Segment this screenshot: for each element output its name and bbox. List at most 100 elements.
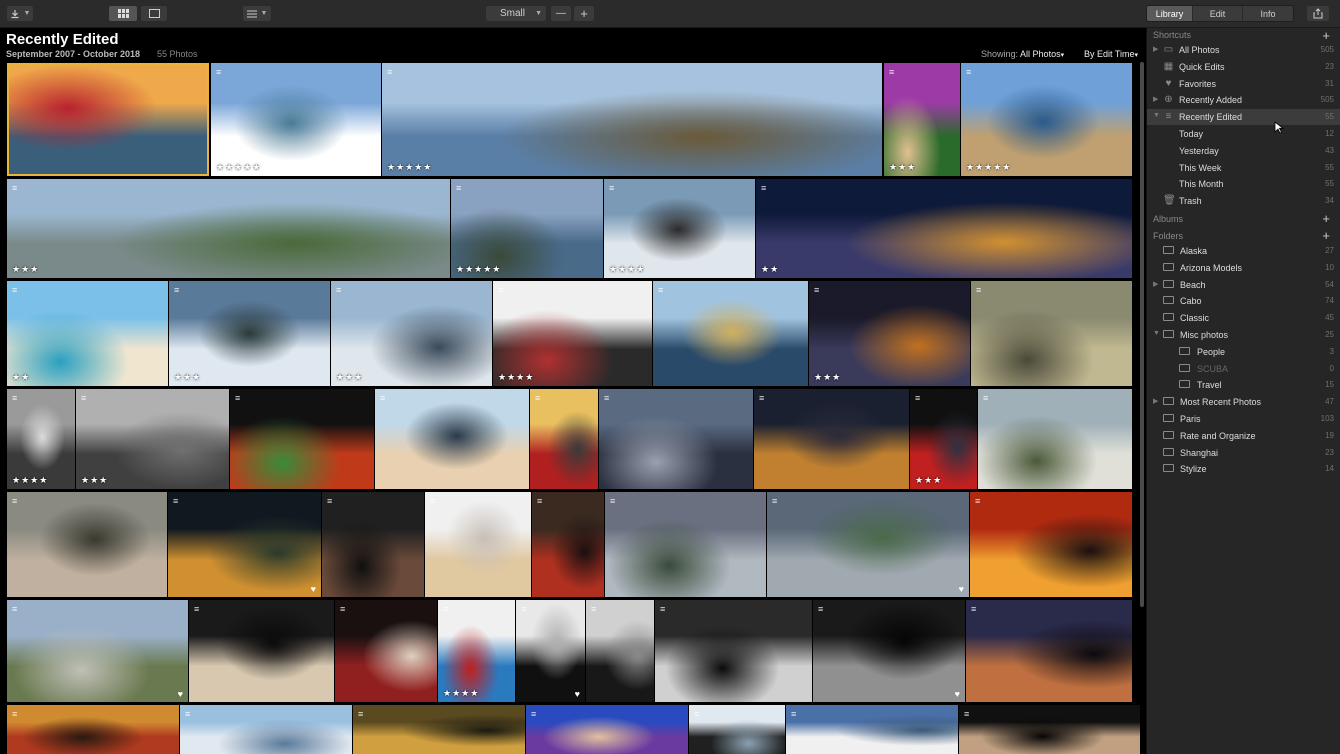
photo-thumbnail[interactable]: ≡ ★★★★★ (382, 63, 882, 176)
sidebar-item-scuba[interactable]: SCUBA 0 (1147, 361, 1340, 377)
disclosure-closed-icon[interactable]: ▶ (1153, 397, 1158, 405)
photo-thumbnail[interactable]: ≡ ★★ (7, 281, 168, 386)
photo-thumbnail[interactable]: ≡ (230, 389, 374, 489)
add-shortcut-button[interactable]: + (1322, 29, 1330, 42)
sidebar-item-all-photos[interactable]: ▶ ▭ All Photos 505 (1147, 42, 1340, 58)
photo-thumbnail[interactable]: ≡ (189, 600, 334, 702)
sidebar-item-stylize[interactable]: Stylize 14 (1147, 461, 1340, 477)
photo-thumbnail[interactable]: ≡ ★★★ (809, 281, 970, 386)
photo-thumbnail[interactable]: ≡ (425, 492, 531, 597)
sidebar-item-this-week[interactable]: This Week 55 (1147, 160, 1340, 176)
sort-select[interactable]: By Edit Time▾ (1084, 49, 1138, 59)
photo-thumbnail[interactable]: ≡ (586, 600, 654, 702)
tab-info[interactable]: Info (1243, 6, 1293, 21)
photo-thumbnail[interactable]: ≡ (375, 389, 529, 489)
star-rating: ★★★ (174, 372, 202, 382)
photo-thumbnail[interactable]: ≡ (754, 389, 909, 489)
sidebar-item-misc-photos[interactable]: ▼ Misc photos 25 (1147, 327, 1340, 343)
sidebar-item-alaska[interactable]: Alaska 27 (1147, 243, 1340, 259)
photo-thumbnail[interactable]: ≡ ★★★★ (7, 389, 75, 489)
photo-thumbnail[interactable]: ≡ (322, 492, 424, 597)
disclosure-closed-icon[interactable]: ▶ (1153, 95, 1158, 103)
add-album-button[interactable]: + (1322, 212, 1330, 225)
photo-thumbnail[interactable]: ≡ ♥ (168, 492, 321, 597)
adjustments-icon: ≡ (387, 67, 392, 77)
sidebar-item-cabo[interactable]: Cabo 74 (1147, 293, 1340, 309)
photo-thumbnail[interactable]: ≡ (353, 705, 525, 754)
photo-thumbnail[interactable]: ≡ ★★★★★ (961, 63, 1132, 176)
sidebar-item-yesterday[interactable]: Yesterday 43 (1147, 143, 1340, 159)
photo-thumbnail[interactable]: ≡ ★★★ (884, 63, 960, 176)
photo-thumbnail[interactable]: ≡ ★★★ (910, 389, 977, 489)
add-folder-button[interactable]: + (1322, 229, 1330, 242)
sidebar-item-recently-added[interactable]: ▶ ⊕ Recently Added 505 (1147, 92, 1340, 108)
photo-thumbnail[interactable]: ≡ (530, 389, 598, 489)
photo-thumbnail[interactable]: ≡ (605, 492, 766, 597)
tab-library[interactable]: Library (1147, 6, 1193, 21)
adjustments-icon: ≡ (340, 604, 345, 614)
disclosure-open-icon[interactable]: ▼ (1153, 330, 1160, 337)
adjustments-icon: ≡ (12, 393, 17, 403)
photo-thumbnail[interactable]: ≡ (526, 705, 688, 754)
photo-thumbnail[interactable]: ≡ (689, 705, 785, 754)
photo-thumbnail[interactable]: ≡ (966, 600, 1132, 702)
sidebar-item-recently-edited[interactable]: ▼ ≡ Recently Edited 55 (1147, 109, 1340, 126)
grid-scrollbar[interactable] (1140, 62, 1144, 607)
photo-thumbnail[interactable]: ≡ ★★★★★ (211, 63, 381, 176)
photo-thumbnail[interactable]: ≡ (959, 705, 1140, 754)
photo-thumbnail[interactable]: ≡ ★★★★ (438, 600, 515, 702)
photo-thumbnail[interactable]: ≡ ★★★ (7, 179, 450, 278)
sidebar-item-arizona-models[interactable]: Arizona Models 10 (1147, 260, 1340, 276)
photo-thumbnail[interactable]: ≡ (970, 492, 1132, 597)
sidebar-item-classic[interactable]: Classic 45 (1147, 310, 1340, 326)
photo-thumbnail[interactable]: ≡ ★★★★ (604, 179, 755, 278)
sidebar-item-favorites[interactable]: ♥ Favorites 31 (1147, 76, 1340, 92)
photo-thumbnail[interactable]: ≡ ★★★★★ (451, 179, 603, 278)
sidebar-item-people[interactable]: People 3 (1147, 344, 1340, 360)
photo-thumbnail[interactable]: ≡ ★★★ (331, 281, 492, 386)
photo-thumbnail[interactable]: ≡ ♥ (767, 492, 969, 597)
sidebar-item-label: This Month (1179, 179, 1224, 190)
photo-thumbnail[interactable]: ≡ (180, 705, 352, 754)
photo-thumbnail[interactable]: ≡ ★★★★ (493, 281, 652, 386)
disclosure-open-icon[interactable]: ▼ (1153, 112, 1160, 119)
sidebar-item-today[interactable]: Today 12 (1147, 126, 1340, 142)
photo-thumbnail[interactable]: ≡ ★★ (756, 179, 1132, 278)
photo-thumbnail[interactable]: ≡ (7, 492, 167, 597)
photo-thumbnail[interactable]: ≡ ★★★ (76, 389, 229, 489)
photo-thumbnail[interactable]: ≡ (978, 389, 1132, 489)
photo-thumbnail[interactable]: ≡ (532, 492, 604, 597)
sidebar-item-label: SCUBA (1197, 363, 1229, 374)
photo-thumbnail[interactable]: ≡ (599, 389, 753, 489)
photo-thumbnail[interactable]: ≡ (971, 281, 1132, 386)
showing-filter[interactable]: Showing: All Photos▾ (981, 49, 1064, 59)
disclosure-closed-icon[interactable]: ▶ (1153, 45, 1158, 53)
photo-thumbnail[interactable]: ≡ (7, 705, 179, 754)
photo-thumbnail[interactable]: ≡ (653, 281, 808, 386)
adjustments-icon: ≡ (818, 604, 823, 614)
sidebar-item-quick-edits[interactable]: ▦ Quick Edits 23 (1147, 59, 1340, 75)
star-rating: ★★★ (889, 162, 917, 172)
photo-thumbnail[interactable]: ≡ ♥ (516, 600, 585, 702)
photo-thumbnail[interactable]: ≡ (786, 705, 958, 754)
sidebar-item-rate-and-organize[interactable]: Rate and Organize 19 (1147, 428, 1340, 444)
sidebar-item-this-month[interactable]: This Month 55 (1147, 176, 1340, 192)
share-button[interactable] (1306, 5, 1330, 22)
photo-thumbnail[interactable]: ≡ (655, 600, 812, 702)
folder-icon (1163, 295, 1174, 306)
sidebar-item-paris[interactable]: Paris 103 (1147, 411, 1340, 427)
photo-thumbnail[interactable] (7, 63, 209, 176)
photo-thumbnail[interactable]: ≡ (335, 600, 437, 702)
sidebar-item-shanghai[interactable]: Shanghai 23 (1147, 445, 1340, 461)
adjustments-icon: ≡ (660, 604, 665, 614)
sidebar-item-beach[interactable]: ▶ Beach 54 (1147, 277, 1340, 293)
photo-thumbnail[interactable]: ≡ ★★★ (169, 281, 330, 386)
photo-thumbnail[interactable]: ≡ ♥ (7, 600, 188, 702)
sidebar-item-most-recent-photos[interactable]: ▶ Most Recent Photos 47 (1147, 394, 1340, 410)
tab-edit[interactable]: Edit (1193, 6, 1243, 21)
disclosure-closed-icon[interactable]: ▶ (1153, 280, 1158, 288)
photo-thumbnail[interactable]: ≡ ♥ (813, 600, 965, 702)
adjustments-icon: ≡ (498, 285, 503, 295)
sidebar-item-trash[interactable]: 🗑 Trash 34 (1147, 193, 1340, 209)
sidebar-item-travel[interactable]: Travel 15 (1147, 377, 1340, 393)
